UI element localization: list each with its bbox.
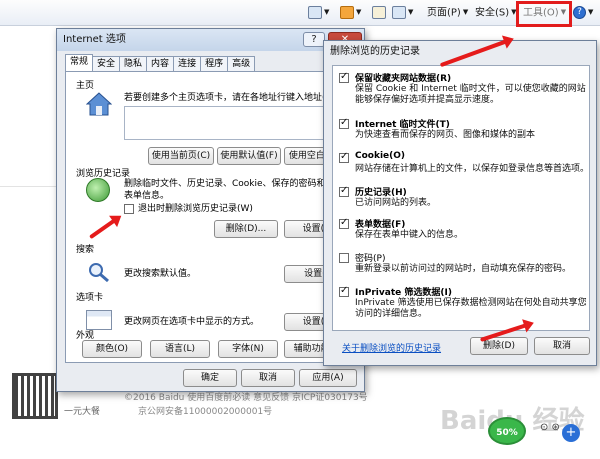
history-clock-icon — [86, 178, 110, 202]
option-title: 密码(P) — [355, 254, 386, 264]
footer-copyright: ©2016 Baidu 使用百度前必读 意见反馈 京ICP证030173号 — [124, 393, 368, 403]
add-icon[interactable]: + — [562, 424, 580, 442]
homepage-section-title: 主页 — [76, 81, 95, 91]
safety-menu-button[interactable]: 安全(S) ▼ — [475, 3, 517, 22]
option-title: 历史记录(H) — [355, 188, 407, 198]
option-title: InPrivate 筛选数据(I) — [355, 288, 452, 298]
page-footer: ©2016 Baidu 使用百度前必读 意见反馈 京ICP证030173号 京公… — [124, 391, 368, 419]
homepage-address-textarea[interactable] — [124, 106, 346, 140]
fonts-button[interactable]: 字体(N) — [218, 340, 278, 358]
tab-advanced[interactable]: 高级 — [227, 56, 256, 72]
about-delete-history-link[interactable]: 关于删除浏览的历史记录 — [342, 341, 441, 354]
search-section-title: 搜索 — [76, 245, 95, 255]
history-section-title: 浏览历史记录 — [76, 169, 131, 179]
delete-history-dialog: 删除浏览的历史记录 保留收藏夹网站数据(R) 保留 Cookie 和 Inter… — [323, 40, 597, 366]
ok-button[interactable]: 确定 — [183, 369, 237, 387]
colors-button[interactable]: 颜色(O) — [82, 340, 142, 358]
footer-police-record: 京公网安备11000002000001号 — [138, 407, 273, 417]
inprivate-filtering-checkbox[interactable] — [339, 285, 349, 297]
history-description: 删除临时文件、历史记录、Cookie、保存的密码和网页表单信息。 — [124, 179, 344, 201]
tabs-section-title: 选项卡 — [76, 293, 104, 303]
option-description: 保留 Cookie 和 Internet 临时文件，可以使您收藏的网站能够保存偏… — [355, 84, 586, 105]
passwords-checkbox[interactable] — [339, 253, 349, 263]
home-toolbar-button[interactable]: ▼ — [308, 3, 329, 22]
delete-options-list: 保留收藏夹网站数据(R) 保留 Cookie 和 Internet 临时文件，可… — [332, 65, 590, 331]
tabs-description: 更改网页在选项卡中显示的方式。 — [124, 317, 260, 327]
help-menu-button[interactable]: ? ▼ — [573, 3, 593, 22]
tab-privacy[interactable]: 隐私 — [119, 56, 148, 72]
search-description: 更改搜索默认值。 — [124, 269, 197, 279]
tab-security[interactable]: 安全 — [92, 56, 121, 72]
option-description: 已访问网站的列表。 — [355, 198, 437, 208]
options-tab-strip: 常规 安全 隐私 内容 连接 程序 高级 — [65, 54, 256, 72]
tabs-window-icon — [86, 310, 112, 330]
progress-badge: 50% — [488, 417, 526, 445]
tab-general[interactable]: 常规 — [65, 54, 94, 72]
option-title: 表单数据(F) — [355, 220, 406, 230]
option-title: 保留收藏夹网站数据(R) — [355, 74, 452, 84]
page-divider — [0, 186, 60, 187]
option-description: InPrivate 筛选使用已保存数据检测网站在何处自动共享您访问的详细信息。 — [355, 298, 587, 319]
print-toolbar-button[interactable]: ▼ — [392, 3, 413, 22]
homepage-description: 若要创建多个主页选项卡，请在各地址行键入地址(R)。 — [124, 93, 345, 103]
side-tool-icons[interactable]: ⊙ ⊛ — [540, 422, 560, 433]
option-description: 网站存储在计算机上的文件，以保存如登录信息等首选项。 — [355, 164, 590, 174]
page-menu-button[interactable]: 页面(P) ▼ — [427, 3, 468, 22]
safety-menu-label: 安全(S) — [475, 7, 510, 19]
mail-toolbar-button[interactable] — [372, 3, 386, 22]
printer-icon — [392, 6, 406, 19]
option-title: Internet 临时文件(T) — [355, 120, 450, 130]
cancel-button[interactable]: 取消 — [241, 369, 295, 387]
feeds-toolbar-button[interactable]: ▼ — [340, 3, 361, 22]
tab-content[interactable]: 内容 — [146, 56, 175, 72]
magnifier-icon — [89, 263, 109, 282]
confirm-delete-button[interactable]: 删除(D) — [470, 337, 528, 355]
languages-button[interactable]: 语言(L) — [150, 340, 210, 358]
apply-button[interactable]: 应用(A) — [299, 369, 357, 387]
mail-icon — [372, 5, 386, 19]
favorites-data-checkbox[interactable] — [339, 71, 349, 83]
option-title: Cookie(O) — [355, 151, 406, 161]
qr-code-image — [12, 373, 58, 419]
options-title: Internet 选项 — [63, 34, 126, 45]
cookies-checkbox[interactable] — [339, 151, 349, 163]
temp-files-checkbox[interactable] — [339, 117, 349, 129]
use-default-button[interactable]: 使用默认值(F) — [217, 147, 281, 165]
delete-on-exit-label: 退出时删除浏览历史记录(W) — [138, 204, 253, 214]
delete-history-button[interactable]: 删除(D)... — [214, 220, 278, 238]
delete-dialog-title: 删除浏览的历史记录 — [330, 46, 420, 57]
options-help-button[interactable]: ? — [303, 32, 325, 47]
option-description: 为快速查看而保存的网页、图像和媒体的副本 — [355, 130, 536, 140]
delete-on-exit-checkbox[interactable] — [124, 204, 134, 214]
delete-cancel-button[interactable]: 取消 — [534, 337, 590, 355]
option-description: 保存在表单中键入的信息。 — [355, 230, 464, 240]
home-icon — [308, 6, 322, 19]
ie-command-bar: ▼ ▼ ▼ 页面(P) ▼ 安全(S) ▼ 工具(O) ▼ ? ▼ — [0, 0, 600, 26]
tab-programs[interactable]: 程序 — [200, 56, 229, 72]
option-description: 重新登录以前访问过的网站时，自动填充保存的密码。 — [355, 264, 572, 274]
rss-icon — [340, 6, 354, 19]
use-current-page-button[interactable]: 使用当前页(C) — [148, 147, 214, 165]
history-checkbox[interactable] — [339, 185, 349, 197]
qr-caption: 一元大餐 — [64, 407, 101, 417]
help-icon: ? — [573, 6, 586, 19]
tools-highlight-box — [516, 1, 572, 27]
tab-connections[interactable]: 连接 — [173, 56, 202, 72]
page-menu-label: 页面(P) — [427, 7, 461, 19]
internet-options-dialog: Internet 选项 ? ✕ 常规安全隐私内容连接程序高级 主页 若要创建多个… — [56, 28, 365, 392]
form-data-checkbox[interactable] — [339, 217, 349, 229]
house-icon — [86, 92, 112, 116]
